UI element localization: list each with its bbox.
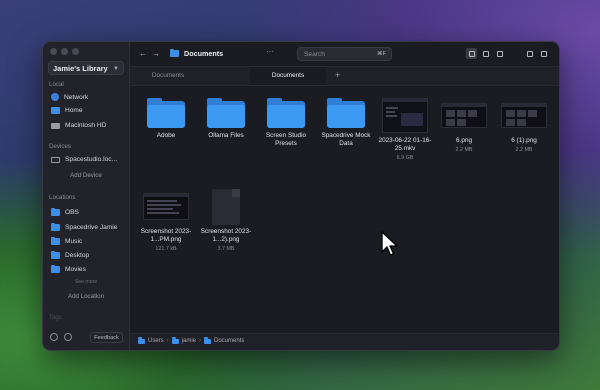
tab-documents-2[interactable]: Documents <box>250 67 326 85</box>
zoom-dot-icon[interactable] <box>72 48 79 55</box>
check-circle-icon[interactable] <box>64 333 72 341</box>
new-tab-button[interactable]: + <box>335 70 340 80</box>
laptop-icon <box>51 156 60 163</box>
see-more-link[interactable]: See more <box>43 279 129 285</box>
image-thumbnail <box>501 103 547 128</box>
sidebar-item-device[interactable]: Spacestudio.loc... <box>51 156 117 163</box>
folder-icon <box>267 98 305 128</box>
breadcrumb: Users › jamie › Documents <box>138 337 244 344</box>
mouse-cursor-icon <box>381 231 398 256</box>
folder-icon <box>171 337 179 344</box>
breadcrumb-users[interactable]: Users <box>148 338 164 344</box>
folder-icon <box>170 48 179 57</box>
grid-view-icon[interactable] <box>466 48 477 59</box>
sidebar-item-macintosh-hd[interactable]: Macintosh HD <box>51 122 106 129</box>
section-locations: Locations <box>49 194 76 201</box>
globe-icon <box>51 93 59 101</box>
sidebar-item-movies[interactable]: Movies <box>51 264 86 273</box>
file-item-mkv[interactable]: 2023-06-22 01-16-25.mkv 6.9 GB <box>377 98 433 161</box>
sidebar-item-desktop[interactable]: Desktop <box>51 250 89 259</box>
tab-documents-1[interactable]: Documents <box>130 67 206 85</box>
file-item-screenshot-pm[interactable]: Screenshot 2023-1...PM.png 121.7 kB <box>138 189 194 252</box>
forward-button[interactable]: → <box>152 49 160 58</box>
sidebar-item-music[interactable]: Music <box>51 236 82 245</box>
tab-bar: Documents Documents + <box>130 66 559 86</box>
section-local: Local <box>49 81 64 88</box>
settings-icon[interactable] <box>50 333 58 341</box>
sidebar-item-home[interactable]: Home <box>51 107 83 114</box>
path-bar: Users › jamie › Documents <box>130 333 559 350</box>
drive-icon <box>51 122 60 129</box>
app-window: Jamie's Library ▼ Local Network Home Maci… <box>42 41 560 351</box>
breadcrumb-jamie[interactable]: jamie <box>182 338 196 344</box>
list-view-icon[interactable] <box>480 48 491 59</box>
file-item-6-1-png[interactable]: 6 (1).png 2.2 MB <box>496 98 552 153</box>
window-controls[interactable] <box>50 48 79 55</box>
document-icon <box>212 189 240 225</box>
explorer-main: ← → Documents ··· Search ⌘F Documents Doc… <box>130 42 559 350</box>
folder-icon <box>147 98 185 128</box>
library-selector[interactable]: Jamie's Library ▼ <box>48 61 124 75</box>
sidebar-footer-icons <box>50 333 72 341</box>
image-thumbnail <box>441 103 487 128</box>
file-item-screen-studio[interactable]: Screen Studio Presets <box>258 98 314 148</box>
library-name: Jamie's Library <box>53 64 108 73</box>
more-options-button[interactable]: ··· <box>266 47 274 56</box>
toolbar: ← → Documents ··· Search ⌘F <box>130 42 559 66</box>
feedback-button[interactable]: Feedback <box>90 332 123 343</box>
sidebar-item-spacedrive-jamie[interactable]: Spacedrive Jamie <box>51 222 117 231</box>
folder-icon <box>51 207 60 216</box>
folder-icon <box>138 337 145 344</box>
file-item-6-png[interactable]: 6.png 2.2 MB <box>436 98 492 153</box>
breadcrumb-documents[interactable]: Documents <box>214 338 244 344</box>
search-input[interactable]: Search ⌘F <box>297 47 392 61</box>
file-item-ollama[interactable]: Ollama Files <box>198 98 254 140</box>
toolbar-right-icons <box>524 48 549 59</box>
folder-icon <box>327 98 365 128</box>
chevron-right-icon: › <box>166 338 169 344</box>
folder-icon <box>51 236 60 245</box>
folder-icon <box>51 250 60 259</box>
folder-icon <box>51 222 60 231</box>
folder-icon <box>51 264 60 273</box>
section-devices: Devices <box>49 143 72 150</box>
info-icon[interactable] <box>538 48 549 59</box>
minimize-dot-icon[interactable] <box>61 48 68 55</box>
home-icon <box>51 107 60 114</box>
sidebar-item-obs[interactable]: OBS <box>51 207 79 216</box>
chevron-down-icon: ▼ <box>113 66 119 72</box>
video-thumbnail <box>382 98 428 133</box>
image-thumbnail <box>143 193 189 220</box>
section-tags: Tags <box>49 315 62 321</box>
close-dot-icon[interactable] <box>50 48 57 55</box>
folder-icon <box>207 98 245 128</box>
options-sliders-icon[interactable] <box>524 48 535 59</box>
chevron-right-icon: › <box>199 338 202 344</box>
folder-icon <box>204 337 212 344</box>
current-folder: Documents <box>170 48 223 58</box>
back-button[interactable]: ← <box>139 49 147 58</box>
sidebar-item-network[interactable]: Network <box>51 93 88 101</box>
search-shortcut: ⌘F <box>376 51 386 57</box>
view-mode-switcher <box>466 48 505 59</box>
media-view-icon[interactable] <box>494 48 505 59</box>
add-location-button[interactable]: Add Location <box>43 293 129 300</box>
sidebar: Jamie's Library ▼ Local Network Home Maci… <box>43 42 130 350</box>
add-device-button[interactable]: Add Device <box>43 172 129 179</box>
file-item-adobe[interactable]: Adobe <box>138 98 194 140</box>
file-item-spacedrive-mock[interactable]: Spacedrive Mock Data <box>318 98 374 148</box>
file-item-screenshot-2[interactable]: Screenshot 2023-1...2).png 3.7 MB <box>198 189 254 252</box>
